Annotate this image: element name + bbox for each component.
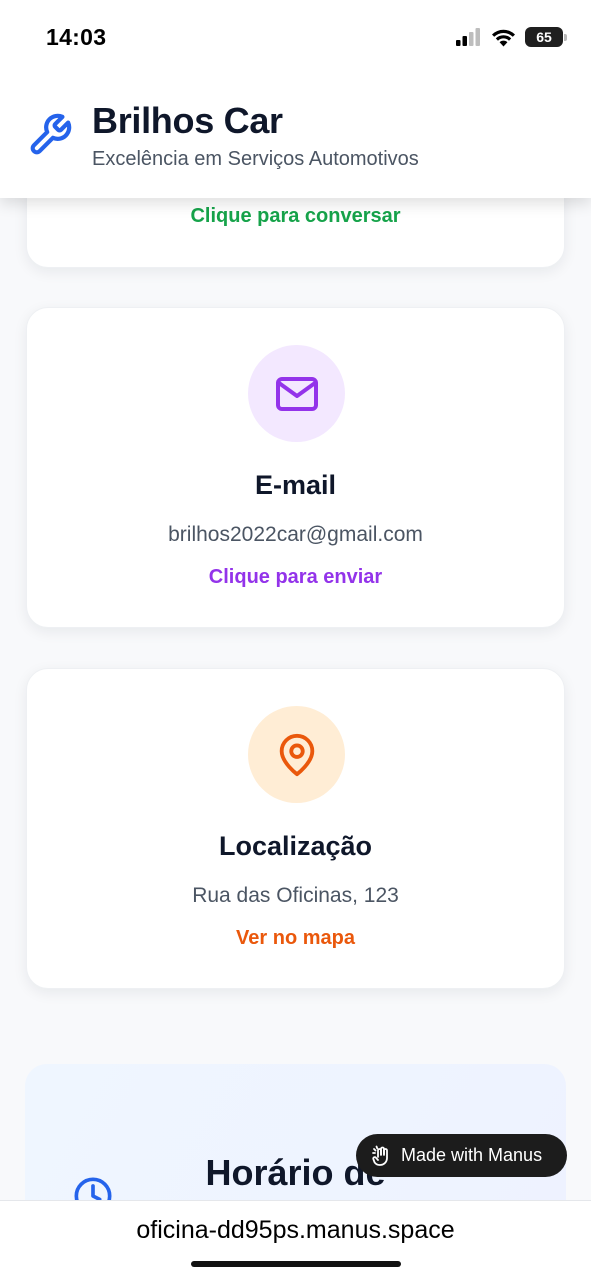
send-email-link[interactable]: Clique para enviar: [27, 566, 564, 589]
email-icon-circle: [248, 345, 345, 442]
location-address: Rua das Oficinas, 123: [192, 884, 399, 907]
location-title: Localização: [218, 831, 373, 861]
email-title: E-mail: [254, 470, 337, 500]
battery-level: 65: [536, 29, 552, 45]
view-map-link[interactable]: Ver no mapa: [27, 927, 564, 950]
status-icons: 65: [456, 27, 567, 47]
app-subtitle: Excelência em Serviços Automotivos: [92, 148, 419, 170]
status-bar: 14:03 65: [0, 0, 591, 72]
wrench-icon: [30, 113, 72, 155]
battery-icon: 65: [525, 27, 567, 47]
email-card[interactable]: E-mail brilhos2022car@gmail.com Clique p…: [26, 307, 565, 628]
manus-hand-icon: [372, 1145, 388, 1166]
page: 14:03 65 Brilhos Car Excelência em Servi…: [0, 0, 591, 1280]
status-time: 14:03: [46, 24, 107, 50]
home-indicator[interactable]: [191, 1261, 401, 1267]
chat-link[interactable]: Clique para conversar: [27, 205, 564, 228]
url-text[interactable]: oficina-dd95ps.manus.space: [0, 1216, 591, 1245]
made-with-manus-badge[interactable]: Made with Manus: [356, 1134, 567, 1177]
app-title: Brilhos Car: [92, 100, 283, 141]
badge-label: Made with Manus: [401, 1145, 543, 1165]
map-pin-icon: [279, 733, 314, 776]
location-icon-circle: [248, 706, 345, 803]
email-address: brilhos2022car@gmail.com: [168, 523, 423, 546]
cellular-signal-icon: [456, 28, 480, 46]
browser-url-bar[interactable]: oficina-dd95ps.manus.space: [0, 1200, 591, 1280]
app-header: Brilhos Car Excelência em Serviços Autom…: [0, 72, 591, 198]
location-card[interactable]: Localização Rua das Oficinas, 123 Ver no…: [26, 668, 565, 989]
wifi-icon: [492, 29, 515, 46]
mail-icon: [275, 376, 318, 411]
